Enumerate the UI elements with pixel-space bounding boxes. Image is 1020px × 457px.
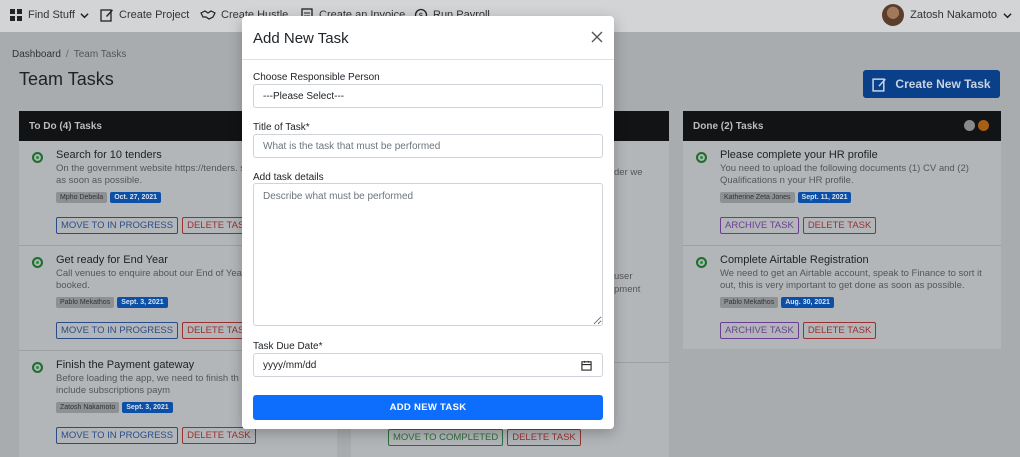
nav-create-project-label: Create Project	[119, 9, 190, 21]
edit-icon	[872, 77, 887, 92]
modal-title: Add New Task	[253, 30, 349, 47]
person-badge: Katherine Zeta Jones	[720, 192, 795, 203]
user-name: Zatosh Nakamoto	[910, 9, 997, 21]
task-title: Finish the Payment gateway	[56, 359, 195, 371]
status-check-icon	[696, 152, 707, 163]
move-to-in-progress-button[interactable]: MOVE TO IN PROGRESS	[56, 217, 179, 234]
person-badge: Pablo Mekathos	[720, 297, 779, 308]
delete-task-button[interactable]: DELETE TASK	[507, 429, 581, 446]
delete-task-button[interactable]: DELETE TASK	[802, 322, 877, 339]
person-badge: Mpho Debeila	[56, 192, 108, 203]
done-column: Done (2) Tasks Please complete your HR p…	[683, 111, 1001, 349]
delete-task-button[interactable]: DELETE TASK	[802, 217, 877, 234]
date-badge: Aug. 30, 2021	[781, 297, 834, 308]
nav-create-project[interactable]: Create Project	[100, 8, 189, 22]
handshake-icon	[200, 10, 216, 20]
task-details-textarea[interactable]	[253, 183, 603, 326]
modal-header: Add New Task	[242, 16, 614, 60]
breadcrumb: Dashboard / Team Tasks	[12, 49, 126, 60]
task-description-fragment: pment	[614, 284, 641, 295]
person-label: Choose Responsible Person	[253, 72, 380, 83]
task-title: Get ready for End Year	[56, 254, 168, 266]
archive-task-button[interactable]: ARCHIVE TASK	[720, 322, 799, 339]
breadcrumb-current: Team Tasks	[73, 49, 127, 60]
task-description: We need to get an Airtable account, spea…	[720, 268, 982, 291]
task-title-label: Title of Task*	[253, 122, 310, 133]
responsible-person-select[interactable]: ---Please Select---	[253, 84, 603, 108]
create-new-task-label: Create New Task	[895, 77, 991, 91]
task-card: Please complete your HR profile You need…	[683, 141, 1001, 246]
date-badge: Sept. 11, 2021	[797, 192, 852, 203]
grid-icon	[10, 9, 22, 21]
task-title-input[interactable]	[253, 134, 603, 158]
status-check-icon	[696, 257, 707, 268]
collapse-icon[interactable]	[978, 120, 989, 131]
chevron-down-icon	[1003, 12, 1012, 18]
breadcrumb-dashboard[interactable]: Dashboard	[12, 49, 61, 60]
user-menu[interactable]: Zatosh Nakamoto	[882, 4, 1012, 26]
task-card: Complete Airtable Registration We need t…	[683, 246, 1001, 351]
done-column-title: Done (2) Tasks	[693, 120, 764, 132]
add-new-task-button[interactable]: ADD NEW TASK	[253, 395, 603, 420]
archive-task-button[interactable]: ARCHIVE TASK	[720, 217, 799, 234]
status-check-icon	[32, 362, 43, 373]
date-badge: Sept. 3, 2021	[117, 297, 168, 308]
task-description: You need to upload the following documen…	[720, 163, 969, 186]
edit-icon	[100, 9, 113, 22]
task-details-label: Add task details	[253, 172, 324, 183]
add-task-modal: Add New Task Choose Responsible Person -…	[242, 16, 614, 429]
breadcrumb-separator: /	[65, 49, 69, 60]
close-icon[interactable]	[590, 30, 604, 44]
task-description-fragment: der we	[614, 167, 643, 178]
responsible-person-selected: ---Please Select---	[263, 90, 345, 102]
delete-task-button[interactable]: DELETE TASK	[182, 427, 256, 444]
move-to-in-progress-button[interactable]: MOVE TO IN PROGRESS	[56, 322, 179, 339]
task-title: Please complete your HR profile	[720, 149, 878, 161]
create-new-task-button[interactable]: Create New Task	[863, 70, 1000, 98]
status-check-icon	[32, 152, 43, 163]
due-date-placeholder: yyyy/mm/dd	[263, 359, 317, 371]
person-badge: Pablo Mekathos	[56, 297, 115, 308]
todo-column-title: To Do (4) Tasks	[29, 120, 102, 132]
date-badge: Oct. 27, 2021	[110, 192, 162, 203]
avatar	[882, 4, 905, 26]
task-title: Search for 10 tenders	[56, 149, 162, 161]
move-to-in-progress-button[interactable]: MOVE TO IN PROGRESS	[56, 427, 179, 444]
chevron-down-icon	[80, 12, 89, 18]
page-title: Team Tasks	[19, 69, 114, 89]
due-date-label: Task Due Date*	[253, 341, 323, 352]
move-to-completed-button[interactable]: MOVE TO COMPLETED	[388, 429, 504, 446]
date-badge: Sept. 3, 2021	[122, 402, 173, 413]
due-date-input[interactable]: yyyy/mm/dd	[253, 353, 603, 377]
task-title: Complete Airtable Registration	[720, 254, 869, 266]
task-description-fragment: user	[614, 271, 633, 282]
done-column-header: Done (2) Tasks	[683, 111, 1001, 141]
nav-find-stuff-label: Find Stuff	[28, 9, 75, 21]
person-badge: Zatosh Nakamoto	[56, 402, 120, 413]
status-check-icon	[32, 257, 43, 268]
expand-icon[interactable]	[964, 120, 975, 131]
calendar-icon[interactable]	[581, 360, 592, 371]
nav-find-stuff[interactable]: Find Stuff	[9, 8, 89, 22]
